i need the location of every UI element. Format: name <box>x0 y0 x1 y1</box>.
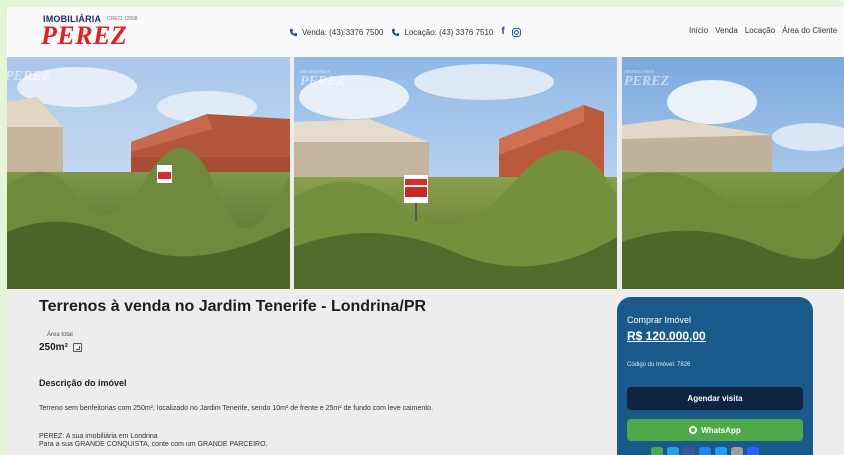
share-telegram-icon[interactable] <box>667 447 679 455</box>
share-facebook-icon[interactable] <box>683 447 695 455</box>
phone-icon <box>289 28 298 36</box>
share-messenger-icon[interactable] <box>699 447 711 455</box>
description-heading: Descrição do imóvel <box>39 378 127 388</box>
logo-main: PEREZ <box>41 21 128 50</box>
share-whatsapp-icon[interactable] <box>651 447 663 455</box>
gallery-photo-1[interactable]: PEREZ <box>7 57 290 289</box>
main-nav: Início Venda Locação Área do Cliente <box>689 26 837 35</box>
area-icon <box>72 343 82 352</box>
tagline: PEREZ: A sua imobiliária em Londrina Par… <box>39 433 268 448</box>
facebook-icon[interactable]: f <box>501 27 504 37</box>
nav-item-inicio[interactable]: Início <box>689 26 708 35</box>
logo[interactable]: IMOBILIÁRIA CRECI J2898 PEREZ <box>41 14 151 50</box>
page: IMOBILIÁRIA CRECI J2898 PEREZ Venda: (43… <box>7 7 844 455</box>
price: R$ 120.000,00 <box>627 329 706 343</box>
sales-phone[interactable]: Venda: (43) 3376 7500 <box>302 28 383 37</box>
share-twitter-icon[interactable] <box>715 447 727 455</box>
rental-phone[interactable]: Locação: (43) 3376 7510 <box>404 28 493 37</box>
schedule-visit-button[interactable]: Agendar visita <box>627 387 803 410</box>
gallery-photo-2[interactable]: IMOBILIÁRIA PEREZ <box>294 57 617 289</box>
whatsapp-icon <box>689 426 698 434</box>
purchase-card: Comprar Imóvel R$ 120.000,00 Código do I… <box>617 297 813 455</box>
nav-item-venda[interactable]: Venda <box>715 26 738 35</box>
instagram-icon[interactable] <box>511 27 521 37</box>
description-text: Terreno sem benfeitorias com 250m², loca… <box>39 405 434 412</box>
nav-item-locacao[interactable]: Locação <box>745 26 775 35</box>
nav-item-area-cliente[interactable]: Área do Cliente <box>782 26 837 35</box>
watermark: IMOBILIÁRIA PEREZ <box>300 69 346 89</box>
share-bar <box>651 447 759 455</box>
photo-gallery: PEREZ IMOBILIÁRIA PEREZ IMOBILIÁRIA PERE… <box>7 57 844 289</box>
whatsapp-button[interactable]: WhatsApp <box>627 419 803 441</box>
watermark: PEREZ <box>7 69 51 84</box>
gallery-photo-3[interactable]: IMOBILIÁRIA PEREZ <box>622 57 844 289</box>
share-more-icon[interactable] <box>747 447 759 455</box>
watermark: IMOBILIÁRIA PEREZ <box>624 69 670 89</box>
card-heading: Comprar Imóvel <box>627 315 692 325</box>
page-title: Terrenos à venda no Jardim Tenerife - Lo… <box>39 298 427 315</box>
share-email-icon[interactable] <box>731 447 743 455</box>
area-label: Área total <box>47 332 73 338</box>
contact-bar: Venda: (43) 3376 7500 Locação: (43) 3376… <box>289 25 521 39</box>
area-value: 250m² <box>39 342 82 353</box>
property-code: Código do Imóvel: 7826 <box>627 362 691 368</box>
phone-icon <box>392 28 400 36</box>
header: IMOBILIÁRIA CRECI J2898 PEREZ Venda: (43… <box>7 7 844 57</box>
